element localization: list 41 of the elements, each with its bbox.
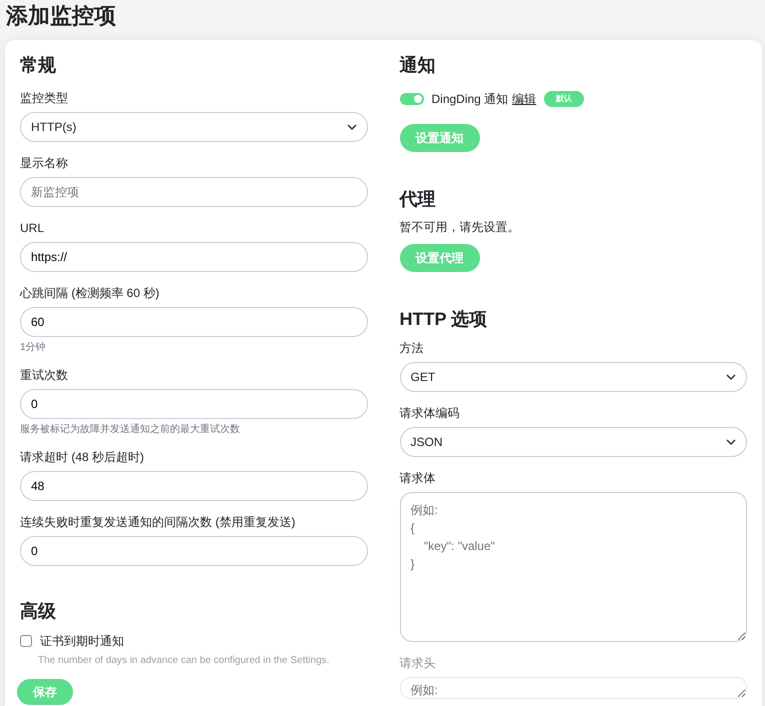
field-label: 请求超时 (48 秒后超时) [20, 449, 146, 465]
input-field[interactable]: 新监控项 [20, 177, 368, 207]
checkbox-label: 证书到期时通知 [40, 633, 124, 650]
section-heading: 通知 [400, 54, 436, 77]
default-badge: 默认 [544, 91, 584, 107]
textarea-field[interactable]: 例如: { "key": "value" } [400, 492, 747, 642]
input-field[interactable]: 0 [20, 389, 368, 419]
chevron-down-icon [726, 439, 736, 445]
section-heading: 高级 [20, 600, 57, 623]
field-label: 请求头 [400, 655, 436, 671]
help-text: The number of days in advance can be configured in the Settings. [38, 654, 330, 667]
section-heading: 代理 [400, 188, 436, 211]
input-field[interactable]: 60 [20, 307, 368, 337]
input-field[interactable]: 0 [20, 536, 368, 566]
select-field[interactable]: HTTP(s) [20, 112, 368, 142]
field-label: 监控类型 [20, 90, 69, 106]
section-heading: 常规 [20, 54, 57, 77]
field-label: 显示名称 [20, 155, 69, 171]
chevron-down-icon [726, 374, 736, 380]
input-field[interactable]: https:// [20, 242, 368, 272]
toggle-switch[interactable] [400, 93, 424, 105]
page-title: 添加监控项 [6, 2, 117, 30]
field-label: URL [20, 220, 46, 236]
help-text: 1分钟 [20, 341, 47, 354]
field-label: 请求体 [400, 470, 436, 486]
help-text: 服务被标记为故障并发送通知之前的最大重试次数 [20, 423, 241, 436]
notification-name: DingDing 通知 [432, 91, 508, 108]
select-field[interactable]: GET [400, 362, 747, 392]
edit-link[interactable]: 编辑 [512, 90, 536, 108]
checkbox[interactable] [20, 635, 32, 647]
field-label: 连续失败时重复发送通知的间隔次数 (禁用重复发送) [20, 514, 296, 530]
field-label: 心跳间隔 (检测频率 60 秒) [20, 285, 160, 301]
select-field[interactable]: JSON [400, 427, 747, 457]
section-heading: HTTP 选项 [400, 308, 488, 331]
proxy-message: 暂不可用，请先设置。 [400, 219, 520, 236]
input-field[interactable]: 48 [20, 471, 368, 501]
chevron-down-icon [346, 124, 356, 130]
field-label: 方法 [400, 340, 424, 356]
field-label: 请求体编码 [400, 405, 460, 421]
field-label: 重试次数 [20, 367, 69, 383]
textarea-field[interactable]: 例如: [400, 677, 747, 699]
